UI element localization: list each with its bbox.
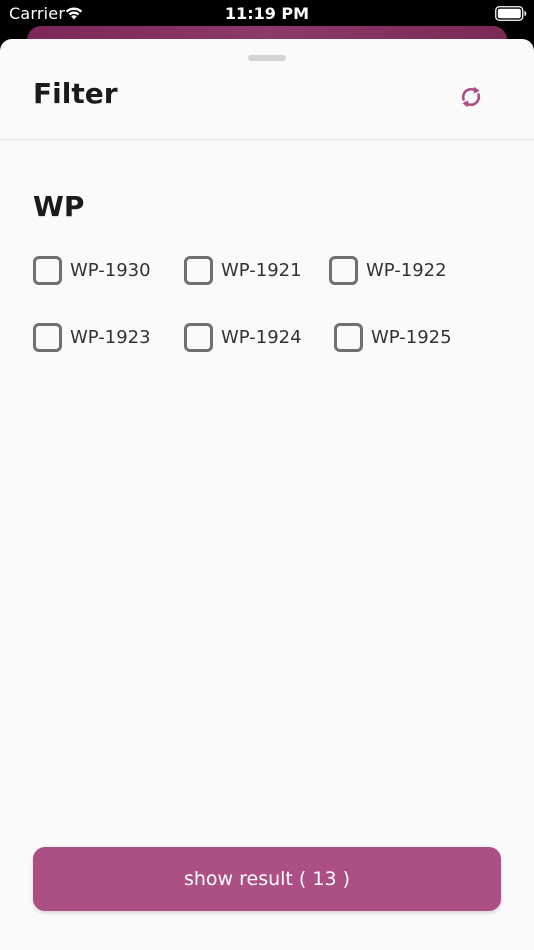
sheet-grabber[interactable] [248,55,286,61]
option-wp-1921[interactable]: WP-1921 [184,256,302,285]
option-wp-1925[interactable]: WP-1925 [334,323,452,352]
option-wp-1923[interactable]: WP-1923 [33,323,151,352]
option-wp-1930[interactable]: WP-1930 [33,256,151,285]
option-wp-1922[interactable]: WP-1922 [329,256,447,285]
option-label: WP-1922 [366,260,447,281]
checkbox[interactable] [334,323,363,352]
refresh-icon [461,86,481,108]
option-label: WP-1921 [221,260,302,281]
screen: Carrier 11:19 PM Filter WP WP-1930 WP-19… [0,0,534,950]
status-bar: Carrier 11:19 PM [0,0,534,28]
option-label: WP-1923 [70,327,151,348]
sheet-title: Filter [33,77,118,110]
checkbox[interactable] [184,323,213,352]
status-time: 11:19 PM [224,4,310,23]
checkbox[interactable] [329,256,358,285]
checkbox[interactable] [33,256,62,285]
option-label: WP-1924 [221,327,302,348]
show-result-label: show result ( 13 ) [183,868,351,890]
section-title-wp: WP [33,190,85,223]
checkbox[interactable] [33,323,62,352]
filter-sheet: Filter WP WP-1930 WP-1921 WP-1922 WP-192… [0,39,534,950]
reset-filter-button[interactable] [455,81,487,113]
option-wp-1924[interactable]: WP-1924 [184,323,302,352]
option-label: WP-1925 [371,327,452,348]
option-label: WP-1930 [70,260,151,281]
show-result-button[interactable]: show result ( 13 ) [33,847,501,911]
battery-icon [495,6,527,21]
checkbox[interactable] [184,256,213,285]
header-divider [0,139,534,140]
